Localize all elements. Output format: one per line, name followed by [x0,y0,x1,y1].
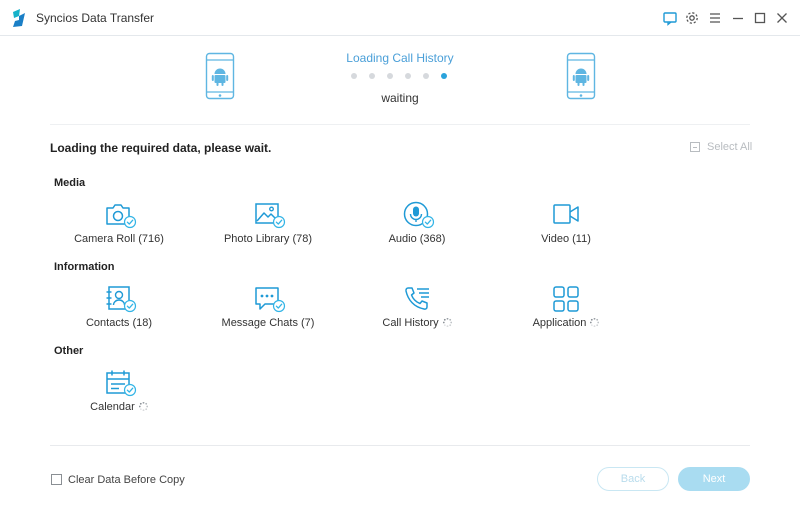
loading-spinner-icon [442,318,452,327]
data-item-camera-roll[interactable]: Camera Roll (716) [49,201,189,251]
menu-icon[interactable] [706,9,724,27]
title-bar: Syncios Data Transfer [0,0,800,36]
gear-icon[interactable] [683,9,701,27]
group-label-other: Other [54,345,84,357]
clear-data-label[interactable]: Clear Data Before Copy [68,474,185,486]
loading-spinner-icon [590,318,600,327]
data-item-message-chats[interactable]: Message Chats (7) [198,285,338,335]
data-item-label: Message Chats (7) [221,317,315,329]
data-item-label: Application [496,317,636,329]
loading-heading: Loading the required data, please wait. [50,141,272,155]
data-item-label: Video (11) [541,233,591,245]
photo-icon [254,201,286,229]
data-item-label: Call History [347,317,487,329]
group-label-information: Information [54,261,115,273]
data-item-label: Calendar [49,401,189,413]
transfer-status-subtitle: waiting [381,91,419,105]
data-item-photo-library[interactable]: Photo Library (78) [198,201,338,251]
divider [50,124,750,125]
transfer-status-panel: Loading Call History waiting [0,40,800,120]
data-item-call-history[interactable]: Call History [347,285,487,335]
chat-icon [254,285,286,313]
data-item-application[interactable]: Application [496,285,636,335]
app-title: Syncios Data Transfer [36,11,155,25]
data-item-label: Camera Roll (716) [74,233,164,245]
contacts-icon [105,285,137,313]
clear-data-checkbox[interactable] [51,474,62,485]
progress-dot [351,73,357,79]
calendar-icon [105,369,137,397]
next-button[interactable]: Next [678,467,750,491]
syncios-logo-icon [10,8,28,28]
data-item-label: Photo Library (78) [223,233,313,245]
progress-dot [405,73,411,79]
close-icon[interactable] [773,9,791,27]
feedback-icon[interactable] [661,9,679,27]
progress-dot [387,73,393,79]
apps-grid-icon [552,285,582,313]
transfer-status-title: Loading Call History [346,51,454,65]
loading-spinner-icon [138,402,148,411]
data-item-label: Contacts (18) [85,317,153,329]
progress-dot [441,73,447,79]
data-item-video[interactable]: Video (11) [496,201,636,251]
group-label-media: Media [54,177,86,189]
back-button[interactable]: Back [597,467,669,491]
microphone-icon [403,201,435,229]
progress-dot [369,73,375,79]
divider [50,445,750,446]
camera-icon [105,201,137,229]
data-item-calendar[interactable]: Calendar [49,369,189,419]
data-item-audio[interactable]: Audio (368) [347,201,487,251]
select-all-checkbox[interactable]: Select All [690,141,752,153]
data-item-contacts[interactable]: Contacts (18) [49,285,189,335]
android-phone-icon [566,52,596,100]
data-item-label: Audio (368) [388,233,446,245]
checkbox-partial-icon [690,142,700,152]
select-all-label: Select All [707,141,753,153]
progress-dot [423,73,429,79]
call-history-icon [403,285,433,313]
maximize-icon[interactable] [751,9,769,27]
minimize-icon[interactable] [729,9,747,27]
video-camera-icon [552,201,582,229]
